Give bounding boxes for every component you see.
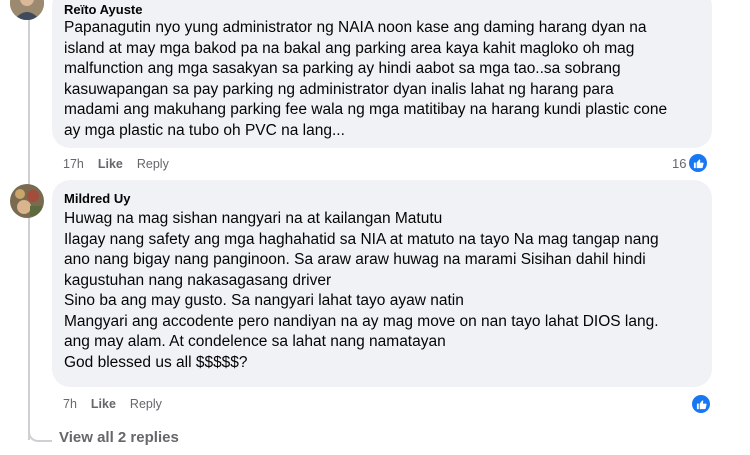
reaction-summary[interactable] bbox=[692, 395, 710, 413]
reaction-count: 16 bbox=[672, 155, 687, 171]
like-button[interactable]: Like bbox=[91, 397, 116, 411]
comment-bubble: Mildred Uy Huwag na mag sishan nangyari … bbox=[52, 180, 712, 387]
comment-actions: 7h Like Reply bbox=[63, 397, 162, 411]
comment-text: Papanagutin nyo yung administrator ng NA… bbox=[64, 19, 668, 139]
avatar[interactable] bbox=[10, 184, 44, 218]
comment-author[interactable]: Mildred Uy bbox=[64, 191, 700, 207]
thumbs-up-icon bbox=[692, 395, 710, 413]
thread-line bbox=[28, 0, 30, 440]
comment-timestamp[interactable]: 7h bbox=[63, 397, 77, 411]
view-replies-link[interactable]: View all 2 replies bbox=[59, 429, 179, 446]
thumbs-up-icon bbox=[689, 154, 708, 172]
comment-text: Huwag na mag sishan nangyari na at kaila… bbox=[64, 210, 659, 371]
comment-timestamp[interactable]: 17h bbox=[63, 157, 84, 171]
reply-button[interactable]: Reply bbox=[130, 397, 162, 411]
comment-bubble: Reïto Ayuste Papanagutin nyo yung admini… bbox=[52, 0, 712, 148]
like-button[interactable]: Like bbox=[98, 157, 123, 171]
reply-button[interactable]: Reply bbox=[137, 157, 169, 171]
avatar[interactable] bbox=[10, 0, 44, 20]
comment-actions: 17h Like Reply bbox=[63, 157, 169, 171]
reaction-summary[interactable]: 16 bbox=[672, 154, 708, 172]
comment-author[interactable]: Reïto Ayuste bbox=[64, 2, 700, 18]
thread-connector bbox=[28, 418, 52, 442]
